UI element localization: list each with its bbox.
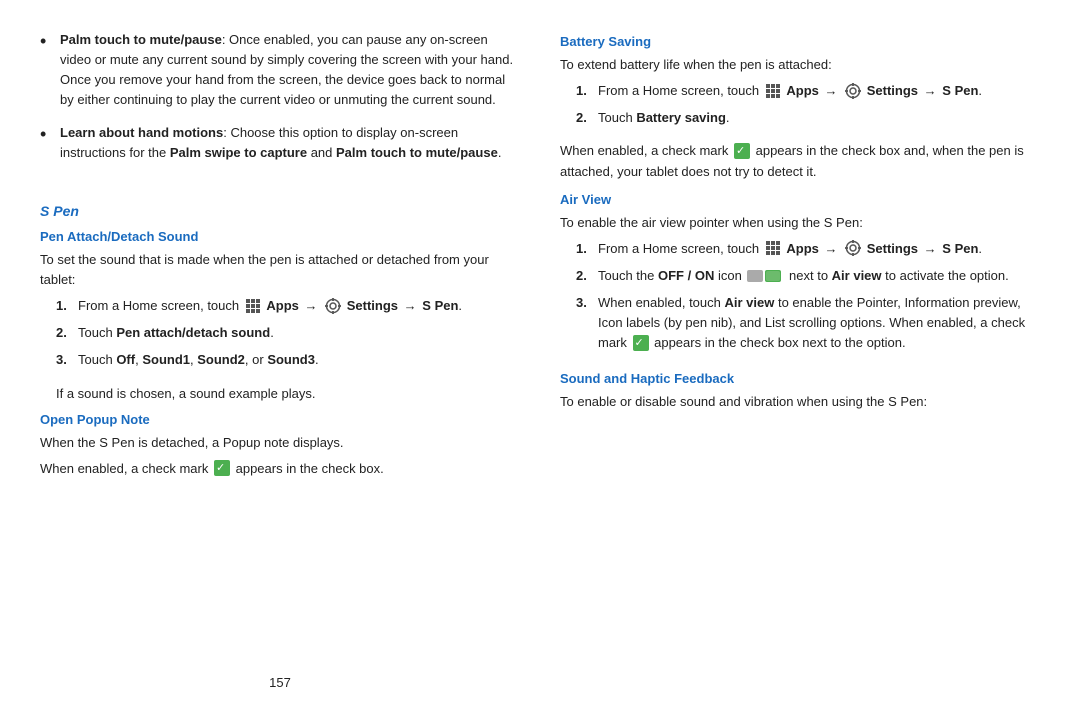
spen-label-3: S Pen xyxy=(942,241,978,256)
step-2-content: Touch Pen attach/detach sound. xyxy=(78,323,520,343)
air-view-step-num-1: 1. xyxy=(576,239,598,259)
settings-gear-icon xyxy=(325,298,341,314)
period-1: . xyxy=(458,298,462,313)
battery-period: . xyxy=(978,83,982,98)
apps-grid-icon-3 xyxy=(765,240,781,256)
battery-check-label: When enabled, a check mark xyxy=(560,143,732,158)
battery-step-num-1: 1. xyxy=(576,81,598,101)
bullet-learn-motions-text: Learn about hand motions: Choose this op… xyxy=(60,123,520,163)
right-column: Battery Saving To extend battery life wh… xyxy=(560,30,1040,690)
settings-gear-icon-2 xyxy=(845,83,861,99)
pen-attach-sound-label: Pen attach/detach sound xyxy=(116,325,270,340)
pen-attach-steps: 1. From a Home screen, touch App xyxy=(56,296,520,377)
pen-attach-step-2: 2. Touch Pen attach/detach sound. xyxy=(56,323,520,343)
apps-label-1: Apps xyxy=(266,298,299,313)
arrow-1: → xyxy=(304,298,317,313)
pen-attach-step-1: 1. From a Home screen, touch App xyxy=(56,296,520,316)
off-on-label: OFF / ON xyxy=(658,268,714,283)
learn-motions-and: and xyxy=(307,145,336,160)
sound2-label: Sound2 xyxy=(197,352,245,367)
air-view-step-1: 1. From a Home screen, touch App xyxy=(576,239,1040,259)
air-view-step-3: 3. When enabled, touch Air view to enabl… xyxy=(576,293,1040,353)
step-num-1: 1. xyxy=(56,296,78,316)
open-popup-text1: When the S Pen is detached, a Popup note… xyxy=(40,433,520,453)
settings-label-1: Settings xyxy=(347,298,398,313)
settings-label-3: Settings xyxy=(867,241,918,256)
off-label: Off xyxy=(116,352,135,367)
check-icon-1 xyxy=(214,460,230,476)
open-popup-appears: appears in the check box. xyxy=(236,461,384,476)
spen-label-1: S Pen xyxy=(422,298,458,313)
apps-grid-icon xyxy=(245,298,261,314)
battery-saving-label: Battery saving xyxy=(636,110,726,125)
battery-step-2: 2. Touch Battery saving. xyxy=(576,108,1040,128)
palm-swipe-term: Palm swipe to capture xyxy=(170,145,307,160)
apps-grid-icon-2 xyxy=(765,83,781,99)
battery-step-2-content: Touch Battery saving. xyxy=(598,108,1040,128)
battery-arrow-2: → xyxy=(924,83,937,98)
air-view-step-3-content: When enabled, touch Air view to enable t… xyxy=(598,293,1040,353)
air-period: . xyxy=(978,241,982,256)
open-popup-text2: When enabled, a check mark appears in th… xyxy=(40,459,520,479)
pen-attach-heading: Pen Attach/Detach Sound xyxy=(40,229,520,244)
battery-step-1: 1. From a Home screen, touch App xyxy=(576,81,1040,101)
air-view-label: Air view xyxy=(832,268,882,283)
air-view-steps: 1. From a Home screen, touch App xyxy=(576,239,1040,361)
battery-note: When enabled, a check mark appears in th… xyxy=(560,141,1040,181)
palm-touch-mute-term: Palm touch to mute/pause xyxy=(336,145,498,160)
bullet-section: • Palm touch to mute/pause: Once enabled… xyxy=(40,30,520,175)
check-icon-3 xyxy=(633,335,649,351)
pen-attach-note: If a sound is chosen, a sound example pl… xyxy=(56,384,520,404)
bullet-palm-mute-text: Palm touch to mute/pause: Once enabled, … xyxy=(60,30,520,111)
pen-attach-step-3: 3. Touch Off, Sound1, Sound2, or Sound3. xyxy=(56,350,520,370)
step-3-content: Touch Off, Sound1, Sound2, or Sound3. xyxy=(78,350,520,370)
air-view-step-2: 2. Touch the OFF / ON icon next to Air v… xyxy=(576,266,1040,286)
step-1-content: From a Home screen, touch Apps → xyxy=(78,296,520,316)
palm-mute-term: Palm touch to mute/pause xyxy=(60,32,222,47)
air-view-heading: Air View xyxy=(560,192,1040,207)
bullet-palm-mute: • Palm touch to mute/pause: Once enabled… xyxy=(40,30,520,111)
air-arrow-1: → xyxy=(824,241,837,256)
spen-heading: S Pen xyxy=(40,203,520,219)
air-view-step-num-2: 2. xyxy=(576,266,598,286)
apps-label-2: Apps xyxy=(786,83,819,98)
battery-intro: To extend battery life when the pen is a… xyxy=(560,55,1040,75)
battery-step-num-2: 2. xyxy=(576,108,598,128)
sound-haptic-intro: To enable or disable sound and vibration… xyxy=(560,392,1040,412)
spen-label-2: S Pen xyxy=(942,83,978,98)
battery-arrow-1: → xyxy=(824,83,837,98)
air-view-step-1-content: From a Home screen, touch Apps → xyxy=(598,239,1040,259)
bullet-dot: • xyxy=(40,28,54,56)
air-view-step-2-content: Touch the OFF / ON icon next to Air view… xyxy=(598,266,1040,286)
sound1-label: Sound1 xyxy=(142,352,190,367)
apps-label-3: Apps xyxy=(786,241,819,256)
bullet-dot-2: • xyxy=(40,121,54,149)
step-num-2: 2. xyxy=(56,323,78,343)
learn-motions-period: . xyxy=(498,145,502,160)
pen-attach-intro: To set the sound that is made when the p… xyxy=(40,250,520,290)
sound-haptic-heading: Sound and Haptic Feedback xyxy=(560,371,1040,386)
sound3-label: Sound3 xyxy=(267,352,315,367)
settings-gear-icon-3 xyxy=(845,240,861,256)
arrow-2: → xyxy=(404,298,417,313)
learn-motions-term: Learn about hand motions xyxy=(60,125,223,140)
air-view-step-num-3: 3. xyxy=(576,293,598,313)
toggle-off-on-icon xyxy=(747,268,783,284)
page: • Palm touch to mute/pause: Once enabled… xyxy=(0,0,1080,720)
air-view-label-2: Air view xyxy=(724,295,774,310)
open-popup-check-label: When enabled, a check mark xyxy=(40,461,212,476)
check-icon-2 xyxy=(734,143,750,159)
battery-steps: 1. From a Home screen, touch App xyxy=(576,81,1040,135)
settings-label-2: Settings xyxy=(867,83,918,98)
step-num-3: 3. xyxy=(56,350,78,370)
battery-heading: Battery Saving xyxy=(560,34,1040,49)
left-column: • Palm touch to mute/pause: Once enabled… xyxy=(40,30,520,690)
bullet-learn-motions: • Learn about hand motions: Choose this … xyxy=(40,123,520,163)
battery-step-1-content: From a Home screen, touch Apps → xyxy=(598,81,1040,101)
air-view-intro: To enable the air view pointer when usin… xyxy=(560,213,1040,233)
air-arrow-2: → xyxy=(924,241,937,256)
open-popup-heading: Open Popup Note xyxy=(40,412,520,427)
page-number: 157 xyxy=(40,665,520,690)
